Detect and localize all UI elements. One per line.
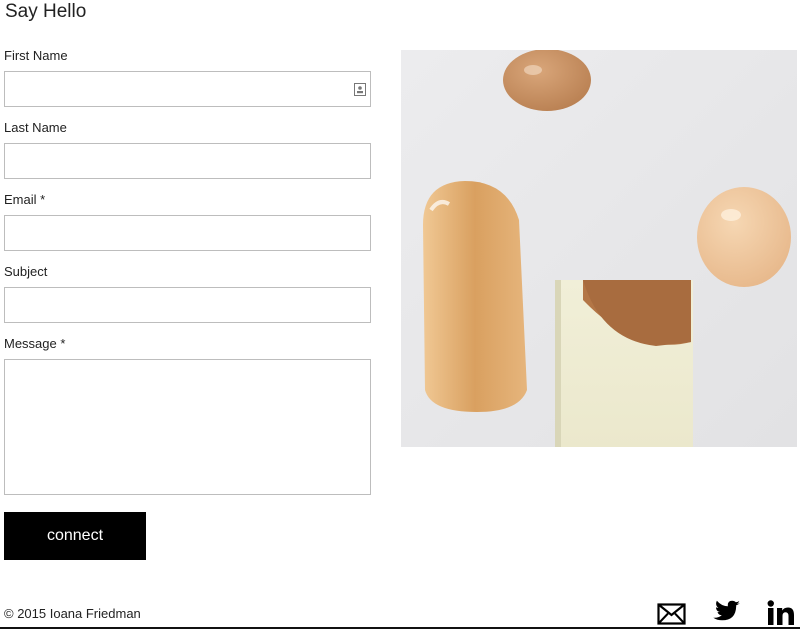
email-field[interactable] xyxy=(4,215,371,251)
connect-button[interactable]: connect xyxy=(4,512,146,560)
twitter-icon[interactable] xyxy=(711,600,741,625)
contact-form: First Name Last Name Email * Subject Mes… xyxy=(4,48,372,495)
page-title: Say Hello xyxy=(5,1,87,22)
message-label: Message * xyxy=(4,336,66,351)
contact-page: Say Hello First Name Last Name Email * S… xyxy=(0,0,800,629)
mail-icon[interactable] xyxy=(657,603,686,625)
last-name-field[interactable] xyxy=(4,143,371,179)
message-field[interactable] xyxy=(4,359,371,495)
last-name-label: Last Name xyxy=(4,120,67,135)
first-name-label: First Name xyxy=(4,48,68,63)
first-name-field[interactable] xyxy=(4,71,371,107)
subject-field[interactable] xyxy=(4,287,371,323)
contact-card-icon[interactable] xyxy=(354,83,366,96)
copyright-text: © 2015 Ioana Friedman xyxy=(4,606,141,621)
subject-label: Subject xyxy=(4,264,48,279)
linkedin-icon[interactable] xyxy=(767,600,795,626)
email-label: Email * xyxy=(4,192,46,207)
foundation-swatches-photo xyxy=(401,50,797,447)
